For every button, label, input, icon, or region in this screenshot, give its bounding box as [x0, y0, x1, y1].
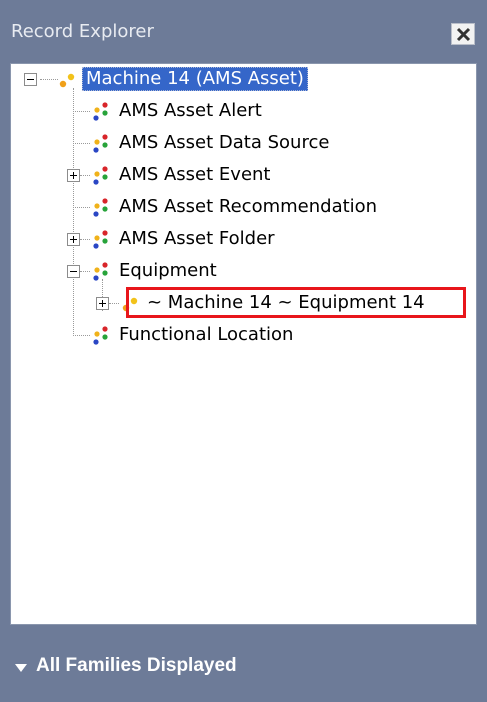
tree-node-ams-asset-recommendation[interactable]: AMS Asset Recommendation [91, 194, 461, 220]
record-tree[interactable]: Machine 14 (AMS Asset) AMS Asset Alert A… [10, 63, 477, 625]
family-icon [93, 134, 108, 153]
record-explorer-panel: Record Explorer Machine 14 (AMS Asset) A… [0, 0, 487, 702]
tree-node-equipment[interactable]: Equipment [91, 258, 391, 284]
collapse-root-toggle[interactable] [24, 73, 37, 86]
tree-node-label: AMS Asset Alert [119, 100, 262, 121]
family-icon [93, 198, 108, 217]
tree-node-ams-asset-folder[interactable]: AMS Asset Folder [91, 226, 391, 252]
triangle-down-icon [15, 664, 27, 672]
tree-node-label: AMS Asset Recommendation [119, 196, 378, 217]
family-icon [93, 230, 108, 249]
tree-node-label: AMS Asset Data Source [119, 132, 330, 153]
tree-node-ams-asset-event[interactable]: AMS Asset Event [91, 162, 391, 188]
tree-node-label: Functional Location [119, 324, 294, 345]
family-icon [93, 102, 108, 121]
expand-equipment-14-toggle[interactable] [96, 297, 109, 310]
close-button[interactable] [451, 23, 475, 45]
family-icon [93, 326, 108, 345]
tree-node-ams-asset-alert[interactable]: AMS Asset Alert [91, 98, 391, 124]
tree-node-label: AMS Asset Folder [119, 228, 275, 249]
tree-node-label: AMS Asset Event [119, 164, 271, 185]
collapse-equipment-toggle[interactable] [67, 265, 80, 278]
close-icon [456, 27, 471, 42]
panel-footer: All Families Displayed [0, 625, 487, 702]
tree-node-label: Equipment [119, 260, 217, 281]
family-icon [93, 262, 108, 281]
families-displayed-label: All Families Displayed [36, 655, 237, 676]
tree-node-root-label: Machine 14 (AMS Asset) [82, 67, 308, 91]
expand-ams-asset-event-toggle[interactable] [67, 169, 80, 182]
highlight-annotation-box [126, 287, 466, 318]
tree-node-ams-asset-data-source[interactable]: AMS Asset Data Source [91, 130, 411, 156]
tree-node-functional-location[interactable]: Functional Location [91, 322, 391, 348]
expand-ams-asset-folder-toggle[interactable] [67, 233, 80, 246]
tree-node-root[interactable]: Machine 14 (AMS Asset) [58, 66, 358, 92]
panel-title: Record Explorer [11, 21, 154, 42]
family-record-icon [59, 73, 75, 88]
panel-header: Record Explorer [0, 0, 487, 63]
family-icon [93, 166, 108, 185]
